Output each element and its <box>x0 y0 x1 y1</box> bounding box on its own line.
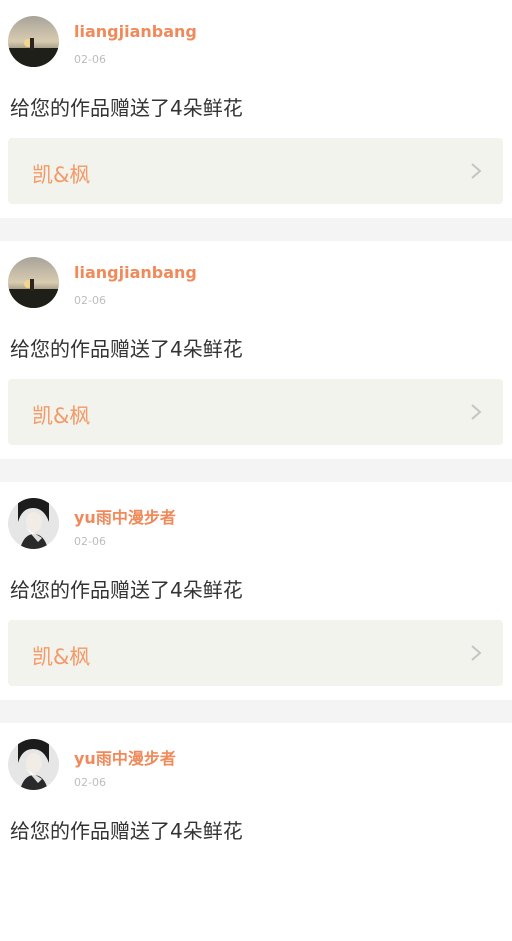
gift-notification-feed: liangjianbang 02-06 给您的作品赠送了4朵鲜花 凯&枫 lia… <box>0 0 512 941</box>
chevron-right-icon <box>469 402 483 422</box>
work-title: 凯&枫 <box>32 645 91 669</box>
separator <box>0 218 512 241</box>
avatar-portrait-photo-icon <box>8 498 59 549</box>
username[interactable]: yu雨中漫步者 <box>74 504 176 528</box>
notification-card: yu雨中漫步者 02-06 给您的作品赠送了4朵鲜花 凯&枫 <box>0 482 512 700</box>
avatar-portrait-photo-icon <box>8 739 59 790</box>
avatar-sunset-photo-icon <box>8 16 59 67</box>
chevron-right-icon <box>469 161 483 181</box>
gift-message: 给您的作品赠送了4朵鲜花 <box>10 96 243 120</box>
username[interactable]: yu雨中漫步者 <box>74 745 176 769</box>
gift-message: 给您的作品赠送了4朵鲜花 <box>10 337 243 361</box>
work-title: 凯&枫 <box>32 163 91 187</box>
work-link-card[interactable]: 凯&枫 <box>8 620 503 686</box>
user-avatar[interactable] <box>8 739 59 790</box>
timestamp: 02-06 <box>74 294 106 307</box>
notification-card: liangjianbang 02-06 给您的作品赠送了4朵鲜花 凯&枫 <box>0 241 512 459</box>
timestamp: 02-06 <box>74 535 106 548</box>
gift-message: 给您的作品赠送了4朵鲜花 <box>10 578 243 602</box>
work-title: 凯&枫 <box>32 404 91 428</box>
notification-card: liangjianbang 02-06 给您的作品赠送了4朵鲜花 凯&枫 <box>0 0 512 218</box>
user-avatar[interactable] <box>8 498 59 549</box>
user-avatar[interactable] <box>8 257 59 308</box>
timestamp: 02-06 <box>74 776 106 789</box>
timestamp: 02-06 <box>74 53 106 66</box>
work-link-card[interactable]: 凯&枫 <box>8 138 503 204</box>
separator <box>0 700 512 723</box>
username[interactable]: liangjianbang <box>74 263 197 282</box>
work-link-card[interactable]: 凯&枫 <box>8 379 503 445</box>
username[interactable]: liangjianbang <box>74 22 197 41</box>
gift-message: 给您的作品赠送了4朵鲜花 <box>10 819 243 843</box>
user-avatar[interactable] <box>8 16 59 67</box>
separator <box>0 459 512 482</box>
notification-card: yu雨中漫步者 02-06 给您的作品赠送了4朵鲜花 <box>0 723 512 941</box>
chevron-right-icon <box>469 643 483 663</box>
avatar-sunset-photo-icon <box>8 257 59 308</box>
